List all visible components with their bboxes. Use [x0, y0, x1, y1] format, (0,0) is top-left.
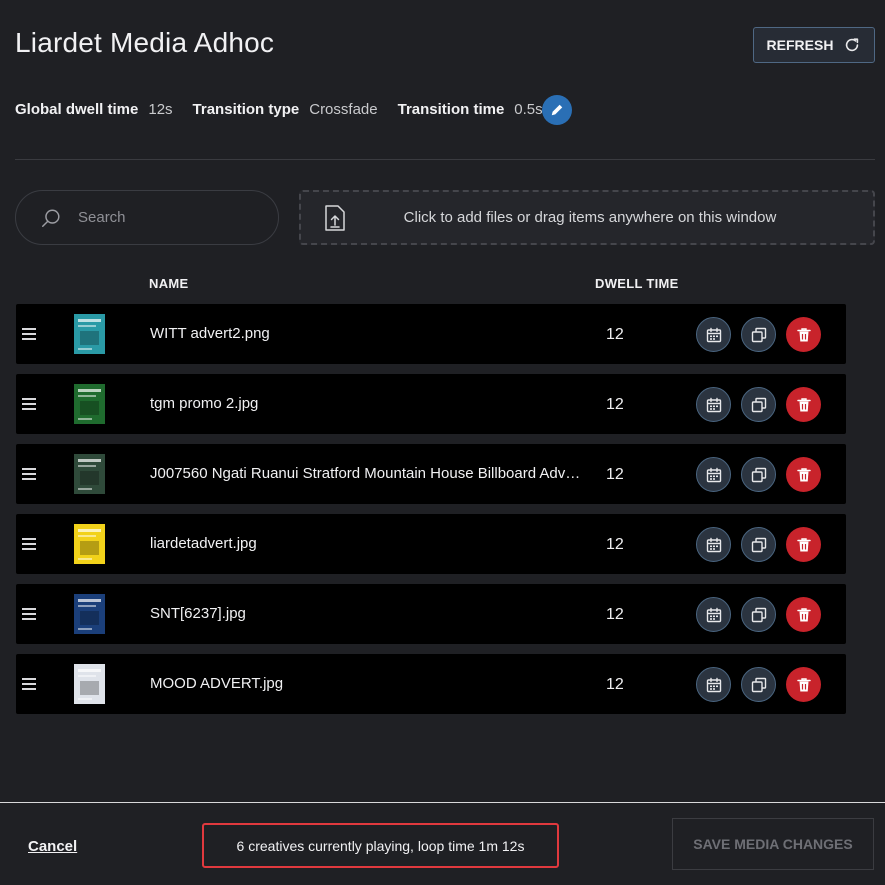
- media-row[interactable]: tgm promo 2.jpg 12: [16, 374, 846, 434]
- media-thumbnail: [74, 664, 105, 704]
- loop-status: 6 creatives currently playing, loop time…: [202, 823, 559, 868]
- delete-button[interactable]: [786, 667, 821, 702]
- schedule-button[interactable]: [696, 317, 731, 352]
- copy-icon: [751, 467, 766, 482]
- page-title: Liardet Media Adhoc: [15, 27, 275, 58]
- pencil-icon: [551, 104, 563, 116]
- transition-type-label: Transition type: [192, 100, 300, 118]
- media-row[interactable]: J007560 Ngati Ruanui Stratford Mountain …: [16, 444, 846, 504]
- search-box[interactable]: [15, 190, 279, 245]
- media-name: WITT advert2.png: [150, 325, 270, 342]
- calendar-icon: [706, 467, 721, 482]
- media-name: liardetadvert.jpg: [150, 535, 257, 552]
- trash-icon: [796, 607, 811, 621]
- drag-handle-icon[interactable]: [22, 608, 36, 623]
- drag-handle-icon[interactable]: [22, 678, 36, 693]
- search-input[interactable]: [78, 209, 238, 226]
- duplicate-button[interactable]: [741, 317, 776, 352]
- schedule-button[interactable]: [696, 457, 731, 492]
- drag-handle-icon[interactable]: [22, 538, 36, 553]
- global-dwell-value: 12s: [148, 100, 173, 118]
- media-dwell-time[interactable]: 12: [606, 536, 624, 554]
- save-media-changes-button[interactable]: SAVE MEDIA CHANGES: [672, 818, 874, 870]
- media-dwell-time[interactable]: 12: [606, 396, 624, 414]
- refresh-button[interactable]: REFRESH: [753, 27, 875, 63]
- media-row[interactable]: SNT[6237].jpg 12: [16, 584, 846, 644]
- duplicate-button[interactable]: [741, 597, 776, 632]
- global-dwell-label: Global dwell time: [15, 100, 139, 118]
- drag-handle-icon[interactable]: [22, 328, 36, 343]
- copy-icon: [751, 537, 766, 552]
- drag-handle-icon[interactable]: [22, 468, 36, 483]
- delete-button[interactable]: [786, 317, 821, 352]
- trash-icon: [796, 537, 811, 551]
- upload-file-icon: [325, 204, 345, 231]
- upload-drop-zone[interactable]: Click to add files or drag items anywher…: [299, 190, 875, 245]
- delete-button[interactable]: [786, 597, 821, 632]
- media-dwell-time[interactable]: 12: [606, 326, 624, 344]
- duplicate-button[interactable]: [741, 667, 776, 702]
- schedule-button[interactable]: [696, 667, 731, 702]
- copy-icon: [751, 397, 766, 412]
- media-thumbnail: [74, 524, 105, 564]
- trash-icon: [796, 467, 811, 481]
- media-thumbnail: [74, 314, 105, 354]
- schedule-button[interactable]: [696, 527, 731, 562]
- column-header-dwell: DWELL TIME: [595, 276, 679, 291]
- media-thumbnail: [74, 384, 105, 424]
- drag-handle-icon[interactable]: [22, 398, 36, 413]
- trash-icon: [796, 327, 811, 341]
- edit-settings-button[interactable]: [542, 95, 572, 125]
- refresh-label: REFRESH: [766, 37, 834, 53]
- transition-time-label: Transition time: [397, 100, 505, 118]
- media-dwell-time[interactable]: 12: [606, 466, 624, 484]
- trash-icon: [796, 397, 811, 411]
- duplicate-button[interactable]: [741, 527, 776, 562]
- upload-text: Click to add files or drag items anywher…: [403, 209, 777, 226]
- transition-time-value: 0.5s: [514, 100, 543, 118]
- schedule-button[interactable]: [696, 387, 731, 422]
- delete-button[interactable]: [786, 387, 821, 422]
- media-row[interactable]: MOOD ADVERT.jpg 12: [16, 654, 846, 714]
- delete-button[interactable]: [786, 527, 821, 562]
- schedule-button[interactable]: [696, 597, 731, 632]
- copy-icon: [751, 607, 766, 622]
- search-icon: [42, 208, 60, 227]
- media-dwell-time[interactable]: 12: [606, 676, 624, 694]
- media-row[interactable]: WITT advert2.png 12: [16, 304, 846, 364]
- copy-icon: [751, 327, 766, 342]
- delete-button[interactable]: [786, 457, 821, 492]
- playlist-settings: Global dwell time 12s Transition type Cr…: [15, 98, 563, 120]
- calendar-icon: [706, 397, 721, 412]
- duplicate-button[interactable]: [741, 457, 776, 492]
- copy-icon: [751, 677, 766, 692]
- calendar-icon: [706, 327, 721, 342]
- media-thumbnail: [74, 594, 105, 634]
- media-list: WITT advert2.png 12 tgm promo 2.jpg 12 J…: [16, 304, 846, 724]
- media-name: SNT[6237].jpg: [150, 605, 246, 622]
- cancel-link[interactable]: Cancel: [28, 838, 77, 855]
- footer-divider: [0, 802, 885, 803]
- calendar-icon: [706, 537, 721, 552]
- trash-icon: [796, 677, 811, 691]
- media-name: J007560 Ngati Ruanui Stratford Mountain …: [150, 465, 582, 482]
- column-header-name: NAME: [149, 276, 189, 291]
- calendar-icon: [706, 677, 721, 692]
- divider: [15, 159, 875, 160]
- media-row[interactable]: liardetadvert.jpg 12: [16, 514, 846, 574]
- media-name: MOOD ADVERT.jpg: [150, 675, 284, 692]
- media-thumbnail: [74, 454, 105, 494]
- media-dwell-time[interactable]: 12: [606, 606, 624, 624]
- transition-type-value: Crossfade: [309, 100, 378, 118]
- refresh-icon: [846, 38, 859, 52]
- duplicate-button[interactable]: [741, 387, 776, 422]
- calendar-icon: [706, 607, 721, 622]
- media-name: tgm promo 2.jpg: [150, 395, 259, 412]
